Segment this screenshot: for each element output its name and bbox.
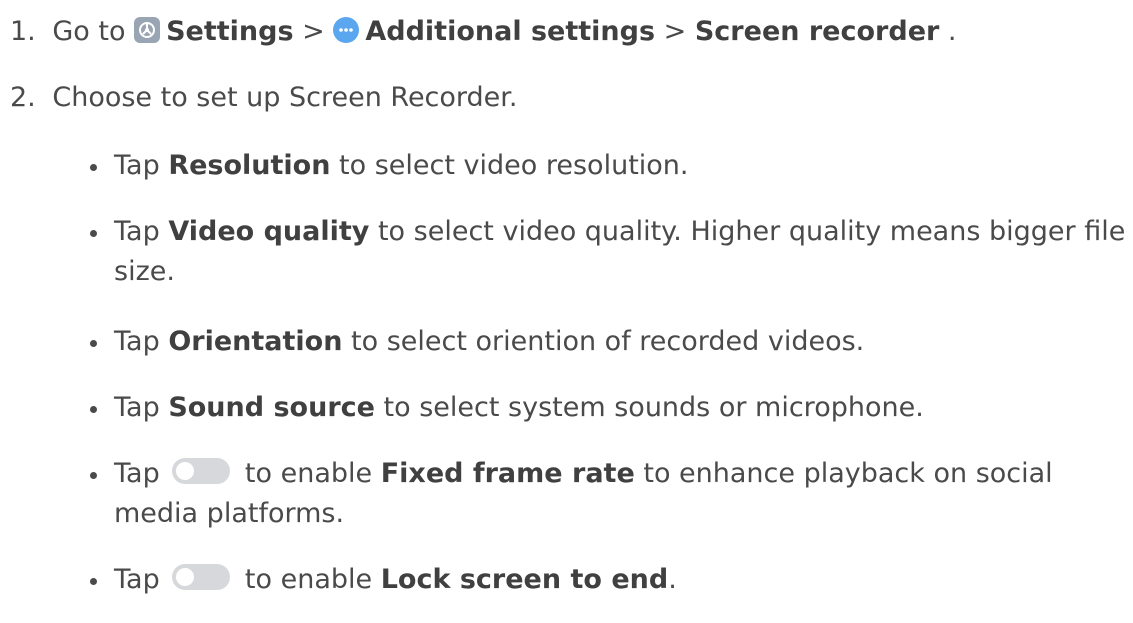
toggle-switch-icon xyxy=(172,458,231,484)
bullet-sound-source: Tap Sound source to select system sounds… xyxy=(90,388,1130,428)
step-1-number: 1. xyxy=(10,16,36,47)
bullet-text: Tap xyxy=(114,216,160,247)
more-icon xyxy=(333,17,360,43)
bullet-text: Tap xyxy=(114,458,160,489)
bullet-resolution: Tap Resolution to select video resolutio… xyxy=(90,146,1130,186)
bullet-text: Tap xyxy=(114,326,160,357)
step-2: 2. Choose to set up Screen Recorder. xyxy=(10,80,518,116)
toggle-switch-icon xyxy=(172,564,231,590)
screen-recorder-label: Screen recorder xyxy=(694,16,940,47)
bullet-text: to enable xyxy=(244,564,373,595)
bullet-text: Tap xyxy=(114,564,160,595)
orientation-label: Orientation xyxy=(168,326,343,357)
bullet-fixed-frame-rate: Tap to enable Fixed frame rate to enhanc… xyxy=(90,454,1130,534)
bullet-text: to select video resolution. xyxy=(339,150,689,181)
step-2-text: Choose to set up Screen Recorder. xyxy=(52,82,518,113)
bullet-text: to enable xyxy=(244,458,373,489)
path-separator: > xyxy=(663,16,687,47)
bullet-text: to select oriention of recorded videos. xyxy=(351,326,865,357)
sound-source-label: Sound source xyxy=(168,392,375,423)
fixed-frame-rate-label: Fixed frame rate xyxy=(380,458,635,489)
step-1: 1. Go to Settings > Additional settings … xyxy=(10,14,957,50)
bullet-text: . xyxy=(668,564,677,595)
bullet-text: Tap xyxy=(114,392,160,423)
toggle-knob xyxy=(176,462,195,480)
settings-label: Settings xyxy=(166,16,294,47)
resolution-label: Resolution xyxy=(168,150,331,181)
video-quality-label: Video quality xyxy=(168,216,370,247)
lock-screen-label: Lock screen to end xyxy=(380,564,669,595)
bullet-text: to select system sounds or microphone. xyxy=(383,392,924,423)
step-1-suffix: . xyxy=(947,16,957,47)
toggle-knob xyxy=(176,568,195,586)
bullet-text: Tap xyxy=(114,150,160,181)
bullet-lock-screen: Tap to enable Lock screen to end. xyxy=(90,560,1130,600)
bullet-orientation: Tap Orientation to select oriention of r… xyxy=(90,322,1130,362)
bullet-video-quality: Tap Video quality to select video qualit… xyxy=(90,212,1130,292)
instructions-page: 1. Go to Settings > Additional settings … xyxy=(0,0,1133,623)
path-separator: > xyxy=(302,16,325,47)
step-1-prefix: Go to xyxy=(52,16,126,47)
additional-settings-label: Additional settings xyxy=(365,16,656,47)
settings-icon xyxy=(134,17,161,43)
settings-bullet-list: Tap Resolution to select video resolutio… xyxy=(90,146,1130,600)
step-2-number: 2. xyxy=(10,82,36,113)
